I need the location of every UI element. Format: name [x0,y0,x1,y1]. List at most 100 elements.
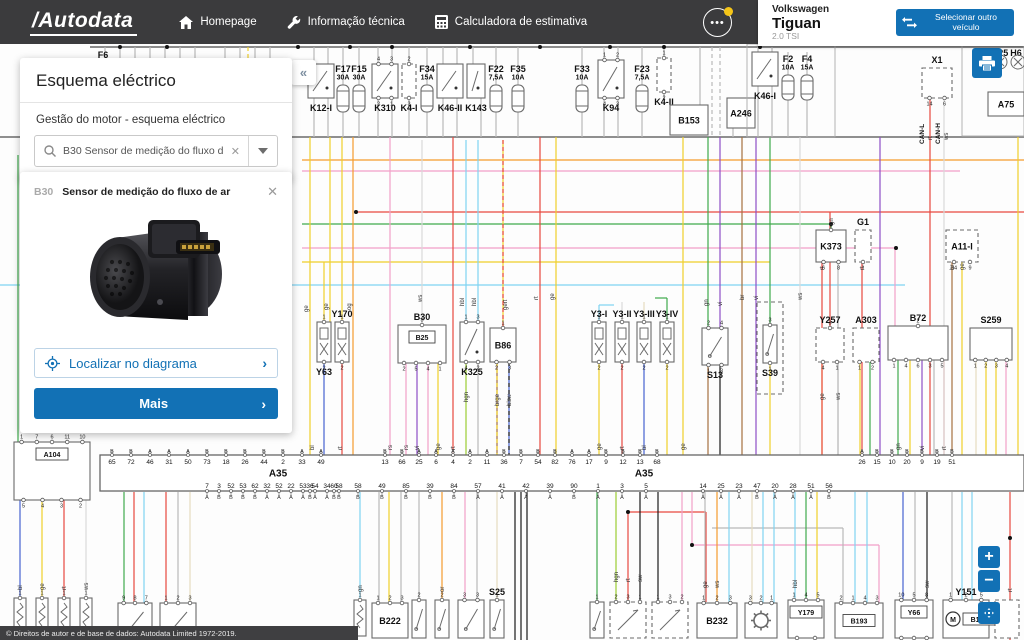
nav-homepage[interactable]: Homepage [179,16,256,29]
panel-subtitle: Gestão do motor - esquema eléctrico [20,103,292,135]
nav-calculadora[interactable]: Calculadora de estimativa [435,15,587,29]
component-X1[interactable]: X1146 [922,55,952,108]
component-Y3-IV[interactable]: Y3-IV12 [656,309,679,372]
junction-dot [894,246,898,250]
component-F17[interactable]: F1730A [335,64,351,112]
component-K310[interactable]: K3104321 [372,57,398,114]
component-Y3-II[interactable]: Y3-II12 [612,309,631,372]
component-Y66[interactable]: Y661058793 [895,593,933,640]
clear-search-icon[interactable]: ✕ [223,145,248,158]
svg-text:1: 1 [322,315,325,321]
component-A35-ecu-bus[interactable]: A35A35B65B72A46A31A50B73B18B26B44B2A33A4… [100,449,1024,501]
component-K373[interactable]: K373568 [816,223,846,272]
svg-text:6: 6 [434,459,438,466]
svg-text:1: 1 [84,591,87,597]
junction-dot [1008,536,1012,540]
svg-text:53: 53 [239,483,247,490]
component-search[interactable]: B30 Sensor de medição do fluxo de ar ✕ [34,135,278,167]
component-K4-I[interactable]: K4-I23 [400,57,417,114]
svg-text:A: A [620,495,624,501]
component-Y170[interactable]: Y17012 [331,309,352,372]
component-F23[interactable]: F237,5A [634,64,650,112]
component-B30[interactable]: B25B3032541 [398,312,446,373]
nav-informacao-tecnica[interactable]: Informação técnica [287,15,405,29]
component-F4[interactable]: F415A [801,54,814,100]
svg-text:A: A [773,495,777,501]
component-K143[interactable]: K143 [465,64,487,113]
component-S39[interactable]: S3931 [762,318,778,379]
component-A303[interactable]: A30312 [853,315,879,372]
locate-in-diagram-button[interactable]: Localizar no diagrama › [34,348,278,378]
component-F22[interactable]: F227,5A [488,64,504,112]
component-F15[interactable]: F1530A [351,64,367,112]
component-sw[interactable]: 1 [590,595,604,639]
component-dsens[interactable]: 231 [610,595,646,639]
pan-button[interactable] [978,602,1000,624]
svg-text:ws: ws [944,133,950,141]
component-gearbox[interactable]: 321 [745,596,777,639]
close-icon[interactable]: ✕ [267,184,278,200]
component-B153[interactable]: B153 [670,105,708,135]
component-B72[interactable]: B72214635 [888,313,948,370]
search-dropdown-button[interactable] [248,136,277,166]
svg-text:F33: F33 [574,64,590,74]
svg-text:B: B [604,449,608,455]
svg-text:8: 8 [837,266,840,272]
component-K4-II[interactable]: K4-II12 [654,51,674,108]
component-A75[interactable]: A75 [988,92,1024,116]
print-button[interactable] [972,48,1002,78]
svg-text:A: A [596,495,600,501]
component-sw[interactable]: 2 [412,593,426,639]
component-F35[interactable]: F3510A [510,64,526,112]
component-Y63[interactable]: Y6312 [316,315,332,378]
zoom-in-button[interactable]: + [978,546,1000,568]
component-sw[interactable]: 2 [435,593,449,639]
more-options-button[interactable]: ••• [703,8,732,37]
component-B193[interactable]: B1932143 [835,596,883,639]
component-K46-I[interactable]: K46-I [752,52,778,101]
component-K325[interactable]: K3251342 [460,315,484,378]
component-F2[interactable]: F210A [782,54,795,100]
autodata-logo[interactable]: /Autodata [30,9,137,36]
svg-text:B: B [308,495,312,501]
component-B86[interactable]: B86123 [490,321,516,372]
component-Y3-III[interactable]: Y3-III12 [633,309,655,372]
component-A104[interactable]: A10417611105432 [14,435,90,510]
svg-text:2: 2 [614,595,617,601]
component-Y3-I[interactable]: Y3-I12 [591,309,608,372]
svg-text:2: 2 [402,367,405,373]
component-K46-II[interactable]: K46-II [437,64,463,113]
component-K94[interactable]: K941243 [598,53,624,114]
svg-text:1: 1 [620,315,623,321]
component-B232[interactable]: B232123 [697,596,737,639]
component-S259[interactable]: S2591234 [970,315,1012,370]
zoom-out-button[interactable]: − [978,570,1000,592]
component-Y257[interactable]: Y257341 [816,315,844,372]
component-S13[interactable]: S132413 [702,321,728,381]
svg-text:5: 5 [22,504,25,510]
component-G1[interactable]: G11 [855,217,871,272]
junction-dot [626,510,630,514]
svg-text:2: 2 [417,593,420,599]
svg-text:ge: ge [40,583,46,590]
more-button[interactable]: Mais › [34,388,278,419]
svg-text:2: 2 [322,366,325,372]
select-vehicle-button[interactable]: Selecionar outro veículo [896,9,1014,36]
component-B222[interactable]: B222123 [372,596,408,639]
svg-text:B: B [332,495,336,501]
svg-text:A: A [476,495,480,501]
svg-text:3: 3 [729,596,732,602]
svg-text:65: 65 [108,459,116,466]
svg-text:B: B [262,449,266,455]
component-S25[interactable]: S251 [489,587,505,638]
svg-text:gn: gn [896,443,902,450]
svg-text:A: A [791,495,795,501]
component-A246[interactable]: A246 [727,98,755,128]
component-F34[interactable]: F3415A [419,64,435,112]
svg-text:2: 2 [665,366,668,372]
component-F33[interactable]: F3310A [574,64,590,112]
component-Y179[interactable]: Y17914523 [788,593,824,640]
component-dsens[interactable]: 132 [652,595,688,639]
component-sw[interactable]: 33 [458,593,484,639]
collapse-panel-button[interactable]: « [291,60,316,85]
